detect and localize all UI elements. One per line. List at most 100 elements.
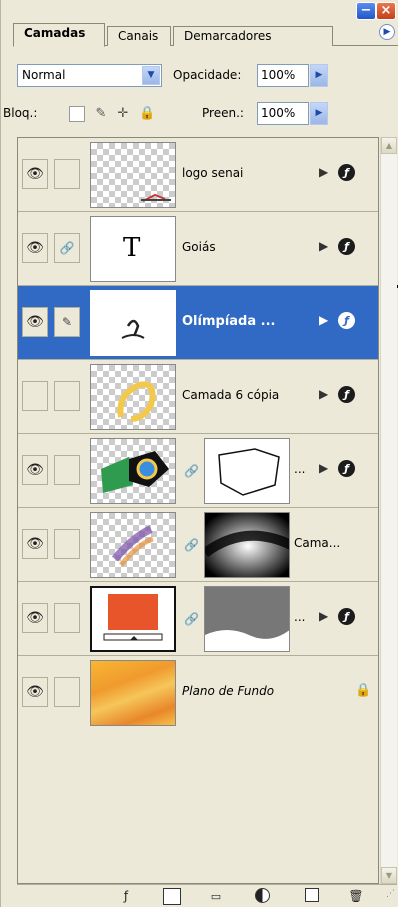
new-adjustment-layer-icon[interactable] xyxy=(255,888,270,903)
eye-icon[interactable]: 👁 xyxy=(22,603,48,633)
layer-mask-thumbnail xyxy=(204,438,290,504)
fill-field[interactable]: 100% xyxy=(257,102,309,125)
eye-icon[interactable]: 👁 xyxy=(22,233,48,263)
expand-effects-icon[interactable]: ▶ xyxy=(319,387,328,401)
close-button[interactable]: × xyxy=(376,2,396,20)
layers-panel-window: − × Camadas Canais Demarcadores ▶ Normal… xyxy=(0,0,398,907)
resize-grip-icon[interactable]: ⋰ xyxy=(386,889,395,899)
minimize-button[interactable]: − xyxy=(356,2,376,20)
mask-outline-graphic xyxy=(218,448,280,496)
fx-icon[interactable]: ƒ xyxy=(338,386,355,403)
chain-icon[interactable]: 🔗 xyxy=(184,612,199,626)
shape-thumbnail-graphic xyxy=(117,381,156,422)
lock-icon: 🔒 xyxy=(355,683,372,698)
expand-effects-icon[interactable]: ▶ xyxy=(319,239,328,253)
fx-icon[interactable]: ƒ xyxy=(338,164,355,181)
fill-slider-arrow-icon[interactable]: ▶ xyxy=(310,102,328,125)
layer-row-background[interactable]: 👁 Plano de Fundo 🔒 xyxy=(18,656,378,730)
fx-icon[interactable]: ƒ xyxy=(338,608,355,625)
tab-demarcadores[interactable]: Demarcadores xyxy=(173,26,333,46)
eye-icon[interactable]: 👁 xyxy=(22,677,48,707)
layer-thumbnail xyxy=(90,290,176,356)
add-layer-style-fx-icon[interactable]: ƒ xyxy=(117,888,135,905)
layers-list: 👁 logo senai ▶ ƒ 👁 🔗 T Goiás ▶ ƒ 👁 ✎ Olí… xyxy=(17,137,379,884)
eye-icon[interactable]: 👁 xyxy=(22,529,48,559)
panel-menu-icon[interactable]: ▶ xyxy=(379,24,395,40)
layer-row[interactable]: 👁 logo senai ▶ ƒ xyxy=(18,138,378,212)
streak-thumbnail-graphic xyxy=(111,525,154,567)
layer-name[interactable]: Plano de Fundo xyxy=(182,684,274,698)
olimpiada-thumbnail-graphic xyxy=(121,319,145,339)
eye-icon[interactable]: 👁 xyxy=(22,307,48,337)
tab-camadas[interactable]: Camadas xyxy=(13,23,105,47)
blend-mode-select[interactable]: Normal ▼ xyxy=(17,64,162,87)
opacity-field[interactable]: 100% xyxy=(257,64,309,87)
layer-row-selected[interactable]: 👁 ✎ Olímpíada ... ▶ ƒ xyxy=(18,286,378,360)
fx-icon[interactable]: ƒ xyxy=(338,238,355,255)
lock-label: Bloq.: xyxy=(3,106,38,120)
link-slot[interactable] xyxy=(54,159,80,189)
lock-transparency-icon[interactable] xyxy=(69,106,85,122)
eye-icon[interactable]: 👁 xyxy=(22,159,48,189)
link-slot[interactable] xyxy=(54,381,80,411)
layers-scrollbar[interactable]: ▲ ▼ xyxy=(380,137,397,884)
visibility-toggle[interactable] xyxy=(22,381,48,411)
fx-icon[interactable]: ƒ xyxy=(338,460,355,477)
expand-effects-icon[interactable]: ▶ xyxy=(319,461,328,475)
title-bar: − × xyxy=(1,0,398,22)
emblem-thumbnail-graphic xyxy=(101,451,169,493)
link-slot[interactable] xyxy=(54,529,80,559)
layer-thumbnail xyxy=(90,364,176,430)
expand-effects-icon[interactable]: ▶ xyxy=(319,313,328,327)
layer-name[interactable]: logo senai xyxy=(182,166,243,180)
chain-icon[interactable]: 🔗 xyxy=(184,464,199,478)
layer-name[interactable]: ... xyxy=(294,610,305,624)
eye-icon[interactable]: 👁 xyxy=(22,455,48,485)
panel-tabs: Camadas Canais Demarcadores ▶ xyxy=(13,22,398,47)
layer-row[interactable]: 👁 🔗 Cama... xyxy=(18,508,378,582)
chain-icon[interactable]: 🔗 xyxy=(54,233,80,263)
background-thumbnail xyxy=(90,660,176,726)
text-layer-glyph: T xyxy=(123,233,141,263)
layer-thumbnail xyxy=(90,586,176,652)
link-slot[interactable] xyxy=(54,455,80,485)
expand-effects-icon[interactable]: ▶ xyxy=(319,609,328,623)
lock-all-icon[interactable]: 🔒 xyxy=(139,106,155,122)
logo-thumbnail-graphic xyxy=(141,193,171,202)
link-slot[interactable] xyxy=(54,603,80,633)
blend-row: Normal ▼ Opacidade: 100% ▶ xyxy=(17,64,394,92)
new-group-folder-icon[interactable]: ▭ xyxy=(207,888,225,905)
add-layer-mask-icon[interactable] xyxy=(163,888,181,905)
lock-row: Bloq.: ✎ ✛ 🔒 Preen.: 100% ▶ xyxy=(3,102,394,130)
tab-canais[interactable]: Canais xyxy=(107,26,171,46)
fx-icon[interactable]: ƒ xyxy=(338,312,355,329)
layer-name[interactable]: Olímpíada ... xyxy=(182,314,275,329)
layer-thumbnail xyxy=(90,142,176,208)
scroll-down-icon[interactable]: ▼ xyxy=(381,867,397,884)
lock-image-brush-icon[interactable]: ✎ xyxy=(93,106,109,122)
blend-mode-value: Normal xyxy=(22,68,66,82)
layer-row[interactable]: 👁 🔗 ... ▶ ƒ xyxy=(18,434,378,508)
trash-icon[interactable]: 🗑 xyxy=(347,888,365,905)
new-layer-icon[interactable] xyxy=(305,888,319,902)
opacity-slider-arrow-icon[interactable]: ▶ xyxy=(310,64,328,87)
text-layer-thumbnail: T xyxy=(90,216,176,282)
layer-name[interactable]: Camada 6 cópia xyxy=(182,388,279,402)
layer-mask-thumbnail xyxy=(204,586,290,652)
layer-name[interactable]: Goiás xyxy=(182,240,216,254)
link-slot[interactable] xyxy=(54,677,80,707)
layer-name[interactable]: ... xyxy=(294,462,305,476)
layers-bottom-toolbar: ƒ ▭ 🗑 ⋰ xyxy=(17,884,397,907)
scroll-up-icon[interactable]: ▲ xyxy=(381,137,397,154)
layer-name[interactable]: Cama... xyxy=(294,536,340,550)
layer-thumbnail xyxy=(90,512,176,578)
lock-position-move-icon[interactable]: ✛ xyxy=(115,106,131,122)
brush-icon[interactable]: ✎ xyxy=(54,307,80,337)
expand-effects-icon[interactable]: ▶ xyxy=(319,165,328,179)
chain-icon[interactable]: 🔗 xyxy=(184,538,199,552)
layer-row[interactable]: 👁 🔗 T Goiás ▶ ƒ xyxy=(18,212,378,286)
layer-row[interactable]: Camada 6 cópia ▶ ƒ xyxy=(18,360,378,434)
wave-mask-graphic xyxy=(205,630,289,651)
layer-row[interactable]: 👁 🔗 ... ▶ ƒ xyxy=(18,582,378,656)
chevron-down-icon[interactable]: ▼ xyxy=(142,66,160,85)
